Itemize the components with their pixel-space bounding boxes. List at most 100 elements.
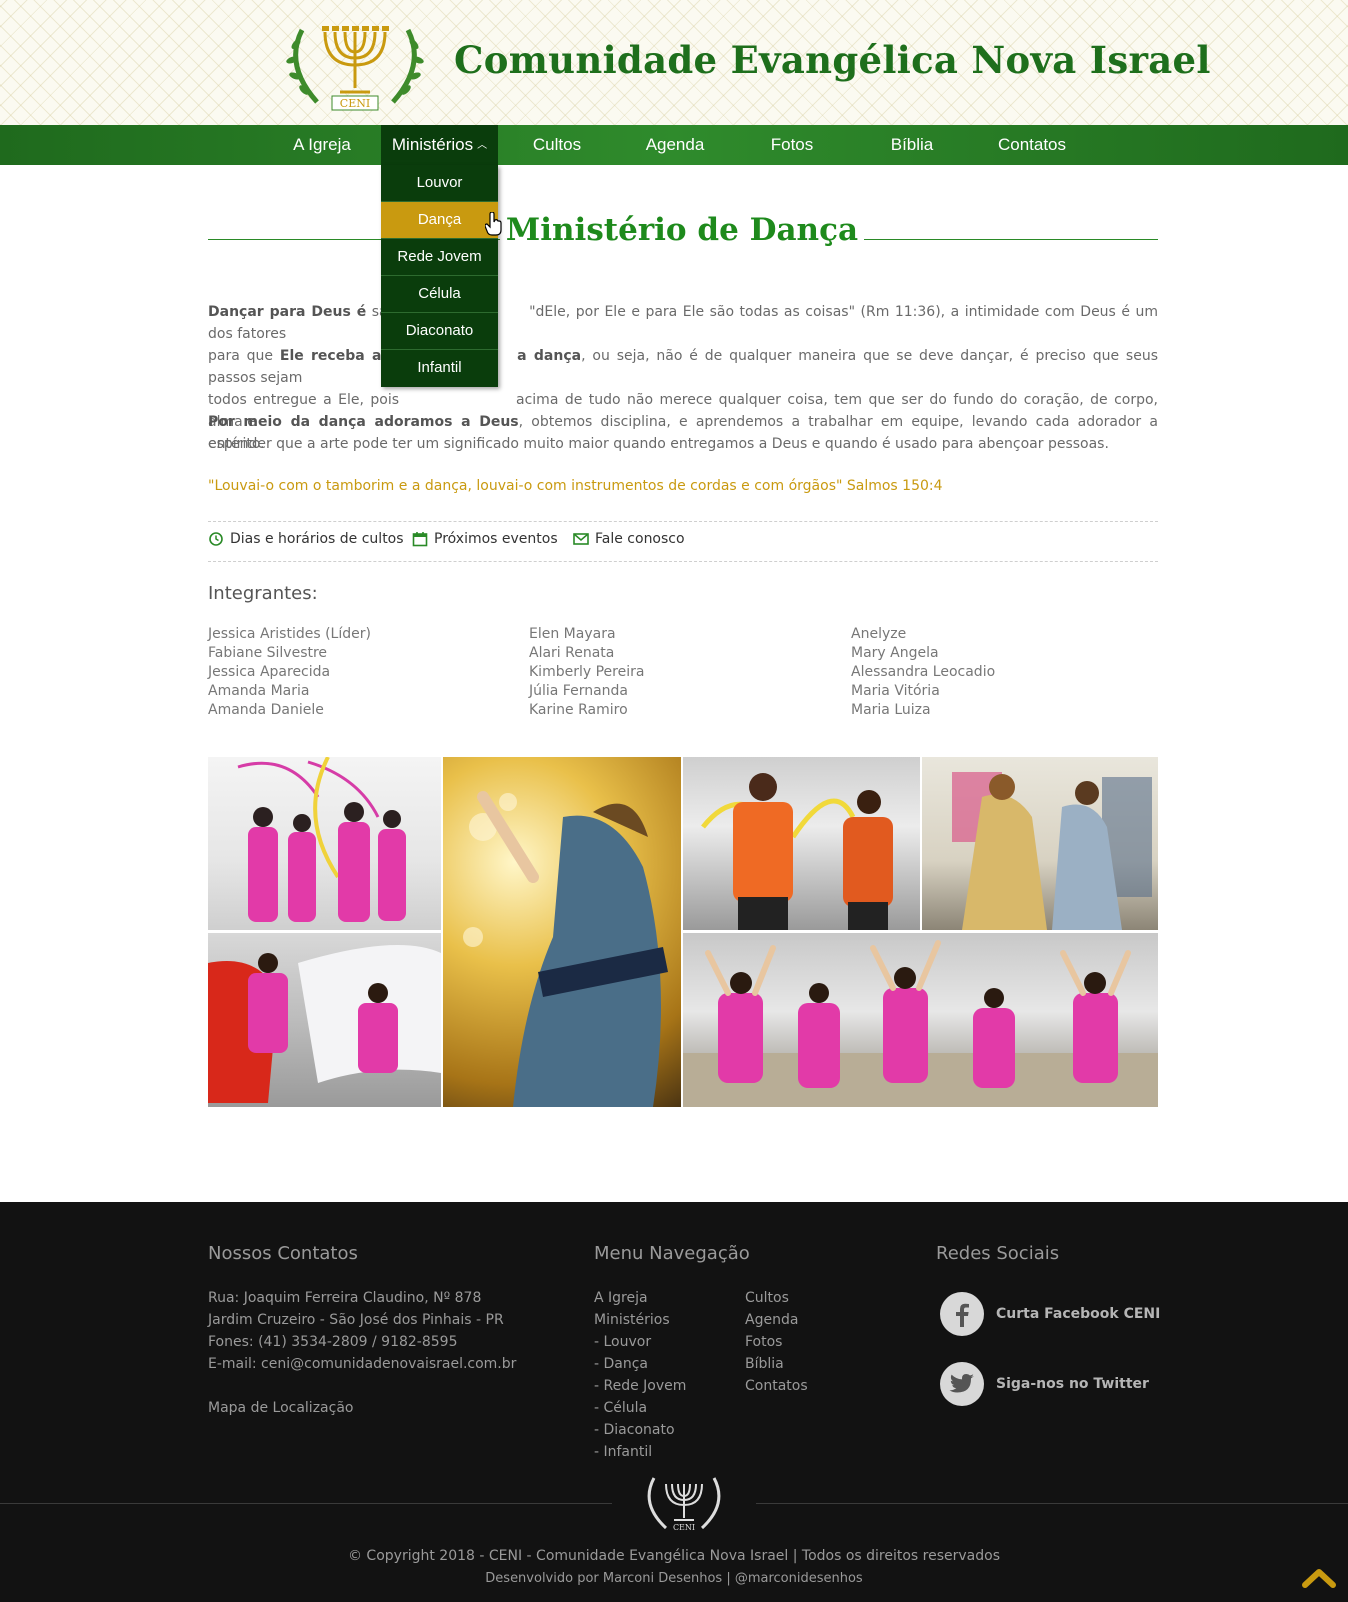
members-title: Integrantes: [208, 583, 318, 604]
footer-link-fotos[interactable]: Fotos [745, 1331, 808, 1353]
menorah-logo-icon[interactable]: CENI [282, 10, 428, 114]
member-name: Alari Renata [529, 645, 615, 661]
member-name: Kimberly Pereira [529, 664, 645, 680]
map-link[interactable]: Mapa de Localização [208, 1397, 516, 1419]
dancers-orange-image [701, 773, 893, 930]
nav-item-ministerios[interactable]: Ministérios ︿ [381, 125, 498, 165]
main-nav: A Igreja Ministérios ︿ Cultos Agenda Foto… [0, 125, 1348, 165]
member-name: Amanda Daniele [208, 702, 324, 718]
intro-bold-1: Dançar para Deus é [208, 304, 367, 320]
chevron-up-icon[interactable] [1302, 1565, 1336, 1591]
credits[interactable]: Desenvolvido por Marconi Desenhos | @mar… [0, 1571, 1348, 1586]
footer-divider-left [0, 1503, 612, 1504]
intro-text: todos entregue a Ele, pois [208, 392, 400, 408]
mail-icon [573, 533, 589, 545]
member-name: Amanda Maria [208, 683, 310, 699]
footer-nav-col-1: A Igreja Ministérios - Louvor - Dança - … [594, 1287, 686, 1463]
schedule-link-label: Dias e horários de cultos [230, 531, 404, 547]
dropdown-item-louvor[interactable]: Louvor [381, 165, 498, 202]
dropdown-item-rede-jovem[interactable]: Rede Jovem [381, 239, 498, 276]
footer-link-diaconato[interactable]: - Diaconato [594, 1419, 686, 1441]
schedule-link[interactable]: Dias e horários de cultos [208, 531, 404, 547]
site-header: CENI Comunidade Evangélica Nova Israel [0, 0, 1348, 125]
members-column-1: Jessica Aristides (Líder) Fabiane Silves… [208, 625, 371, 720]
gallery-photo[interactable] [683, 757, 920, 930]
contact-link-label: Fale conosco [595, 531, 685, 547]
dropdown-item-diaconato[interactable]: Diaconato [381, 313, 498, 350]
dropdown-item-infantil[interactable]: Infantil [381, 350, 498, 387]
facebook-link[interactable]: Curta Facebook CENI [940, 1292, 1160, 1336]
bible-quote: "Louvai-o com o tamborim e a dança, louv… [208, 478, 943, 494]
nav-item-cultos[interactable]: Cultos [516, 125, 598, 165]
footer-nav-col-2: Cultos Agenda Fotos Bíblia Contatos [745, 1287, 808, 1397]
events-link[interactable]: Próximos eventos [412, 531, 558, 547]
calendar-icon [412, 532, 428, 547]
nav-item-biblia[interactable]: Bíblia [870, 125, 954, 165]
footer-divider-right [756, 1503, 1348, 1504]
footer-contacts-title: Nossos Contatos [208, 1243, 358, 1264]
divider [208, 561, 1158, 562]
dancers-gold-dress-image [952, 772, 1152, 930]
nav-item-label: Ministérios [391, 135, 474, 154]
svg-text:CENI: CENI [340, 97, 370, 110]
nav-item-agenda[interactable]: Agenda [632, 125, 718, 165]
member-name: Anelyze [851, 626, 907, 642]
gallery-photo[interactable] [922, 757, 1158, 930]
footer-link-agenda[interactable]: Agenda [745, 1309, 808, 1331]
members-column-3: Anelyze Mary Angela Alessandra Leocadio … [851, 625, 995, 720]
member-name: Fabiane Silvestre [208, 645, 328, 661]
footer-link-danca[interactable]: - Dança [594, 1353, 686, 1375]
contact-address: Rua: Joaquim Ferreira Claudino, Nº 878 [208, 1290, 482, 1306]
contact-email[interactable]: E-mail: ceni@comunidadenovaisrael.com.br [208, 1353, 516, 1375]
contact-link[interactable]: Fale conosco [573, 531, 685, 547]
gallery-photo[interactable] [208, 933, 441, 1107]
contact-city: Jardim Cruzeiro - São José dos Pinhais -… [208, 1312, 504, 1328]
member-name: Maria Luiza [851, 702, 931, 718]
member-name: Karine Ramiro [529, 702, 628, 718]
contact-phones: Fones: (41) 3534-2809 / 9182-8595 [208, 1334, 458, 1350]
footer-link-biblia[interactable]: Bíblia [745, 1353, 808, 1375]
intro-line-2: para que Ele receba a ad a dança, ou seja… [208, 345, 1158, 389]
second-bold: Por meio da dança adoramos a Deus [208, 414, 519, 430]
second-paragraph: Por meio da dança adoramos a Deus, obtem… [208, 411, 1158, 455]
gallery-photo[interactable] [443, 757, 681, 1107]
footer-link-rede-jovem[interactable]: - Rede Jovem [594, 1375, 686, 1397]
intro-line-1: Dançar para Deus é sabe"dEle, por Ele e … [208, 301, 1158, 345]
footer-menorah-logo-icon: CENI [647, 1477, 721, 1532]
member-name: Alessandra Leocadio [851, 664, 996, 680]
footer-link-cultos[interactable]: Cultos [745, 1287, 808, 1309]
member-name: Jessica Aristides (Líder) [208, 626, 371, 642]
gallery-photo[interactable] [208, 757, 441, 930]
footer-nav-title: Menu Navegação [594, 1243, 750, 1264]
ministerios-dropdown: Louvor Dança Rede Jovem Célula Diaconato… [381, 165, 498, 387]
chevron-up-icon: ︿ [477, 140, 488, 151]
intro-bold-3: a dança [517, 348, 582, 364]
twitter-link[interactable]: Siga-nos no Twitter [940, 1362, 1149, 1406]
dancers-ribbons-image [237, 757, 406, 922]
footer-link-louvor[interactable]: - Louvor [594, 1331, 686, 1353]
twitter-label: Siga-nos no Twitter [996, 1376, 1149, 1392]
footer-link-contatos[interactable]: Contatos [745, 1375, 808, 1397]
member-name: Elen Mayara [529, 626, 616, 642]
title-divider-right [858, 239, 1158, 240]
dropdown-item-danca[interactable]: Dança [381, 202, 498, 239]
intro-text: para que [208, 348, 280, 364]
twitter-icon [940, 1362, 984, 1406]
gallery-photo[interactable] [683, 933, 1158, 1107]
divider [208, 521, 1158, 522]
nav-item-a-igreja[interactable]: A Igreja [278, 125, 366, 165]
footer-link-celula[interactable]: - Célula [594, 1397, 686, 1419]
footer-link-a-igreja[interactable]: A Igreja [594, 1287, 686, 1309]
footer-contacts: Rua: Joaquim Ferreira Claudino, Nº 878 J… [208, 1287, 516, 1419]
clock-icon [209, 532, 223, 546]
nav-item-fotos[interactable]: Fotos [750, 125, 834, 165]
footer-link-ministerios[interactable]: Ministérios [594, 1309, 686, 1331]
facebook-icon [940, 1292, 984, 1336]
member-name: Mary Angela [851, 645, 939, 661]
dancer-blue-dress-image [463, 791, 668, 1107]
footer-link-infantil[interactable]: - Infantil [594, 1441, 686, 1463]
events-link-label: Próximos eventos [434, 531, 558, 547]
svg-text:CENI: CENI [673, 1523, 695, 1532]
dropdown-item-celula[interactable]: Célula [381, 276, 498, 313]
nav-item-contatos[interactable]: Contatos [982, 125, 1082, 165]
